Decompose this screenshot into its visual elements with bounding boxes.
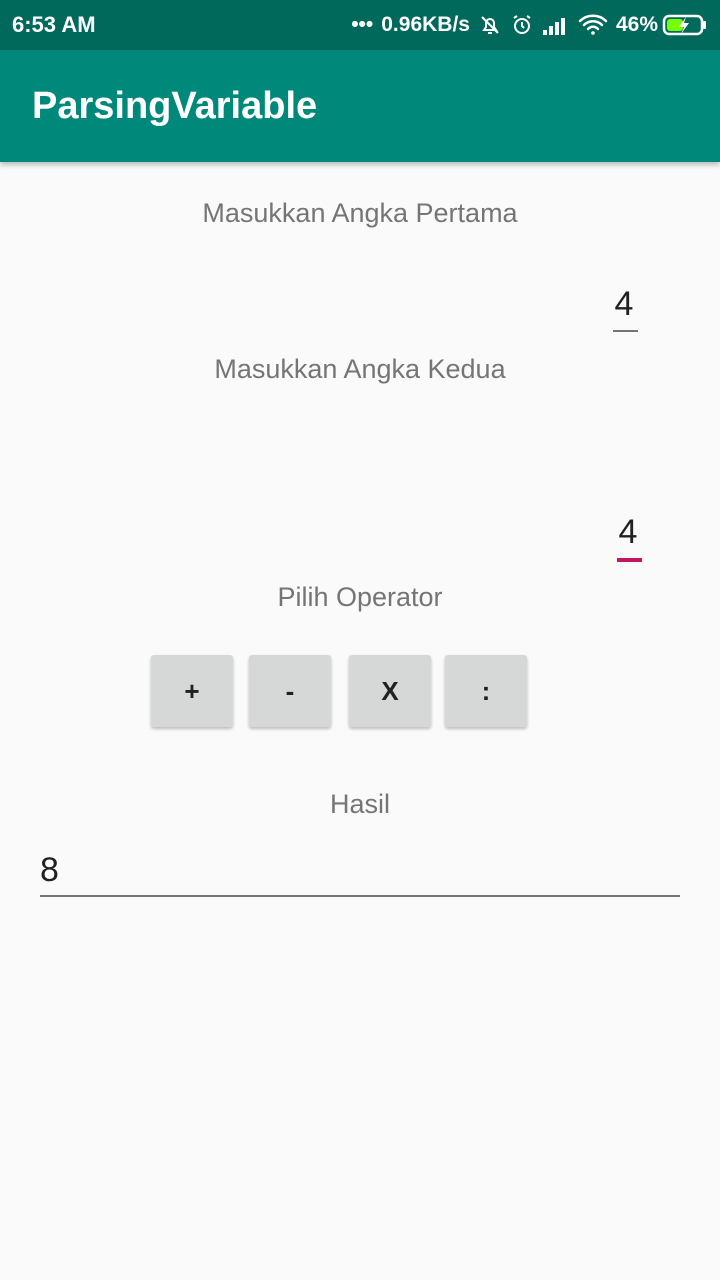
signal-icon [542,14,570,36]
first-number-underline [613,330,638,332]
divide-button[interactable]: : [445,655,527,727]
second-number-input[interactable] [614,512,642,552]
status-dots: ••• [351,13,374,36]
app-title: ParsingVariable [32,84,318,127]
status-time: 6:53 AM [12,12,96,37]
multiply-button[interactable]: X [349,655,431,727]
result-field[interactable] [40,848,680,892]
status-icons: ••• 0.96KB/s 46% [351,13,708,37]
app-bar: ParsingVariable [0,50,720,162]
second-number-label: Masukkan Angka Kedua [214,354,506,384]
add-button[interactable]: + [151,655,233,727]
operator-label: Pilih Operator [277,582,443,612]
silent-bell-icon [478,13,502,37]
alarm-icon [510,13,534,37]
result-label: Hasil [329,789,390,819]
subtract-button[interactable]: - [249,655,331,727]
second-number-underline [617,558,642,562]
first-number-input[interactable] [610,284,638,324]
status-bar: 6:53 AM ••• 0.96KB/s 46% [0,0,720,50]
network-speed: 0.96KB/s [381,13,470,36]
battery-percent: 46% [615,13,658,36]
result-underline [40,895,680,897]
wifi-icon [578,13,608,37]
first-number-label: Masukkan Angka Pertama [202,198,518,228]
battery: 46% [616,13,708,37]
battery-charging-icon [662,13,708,37]
